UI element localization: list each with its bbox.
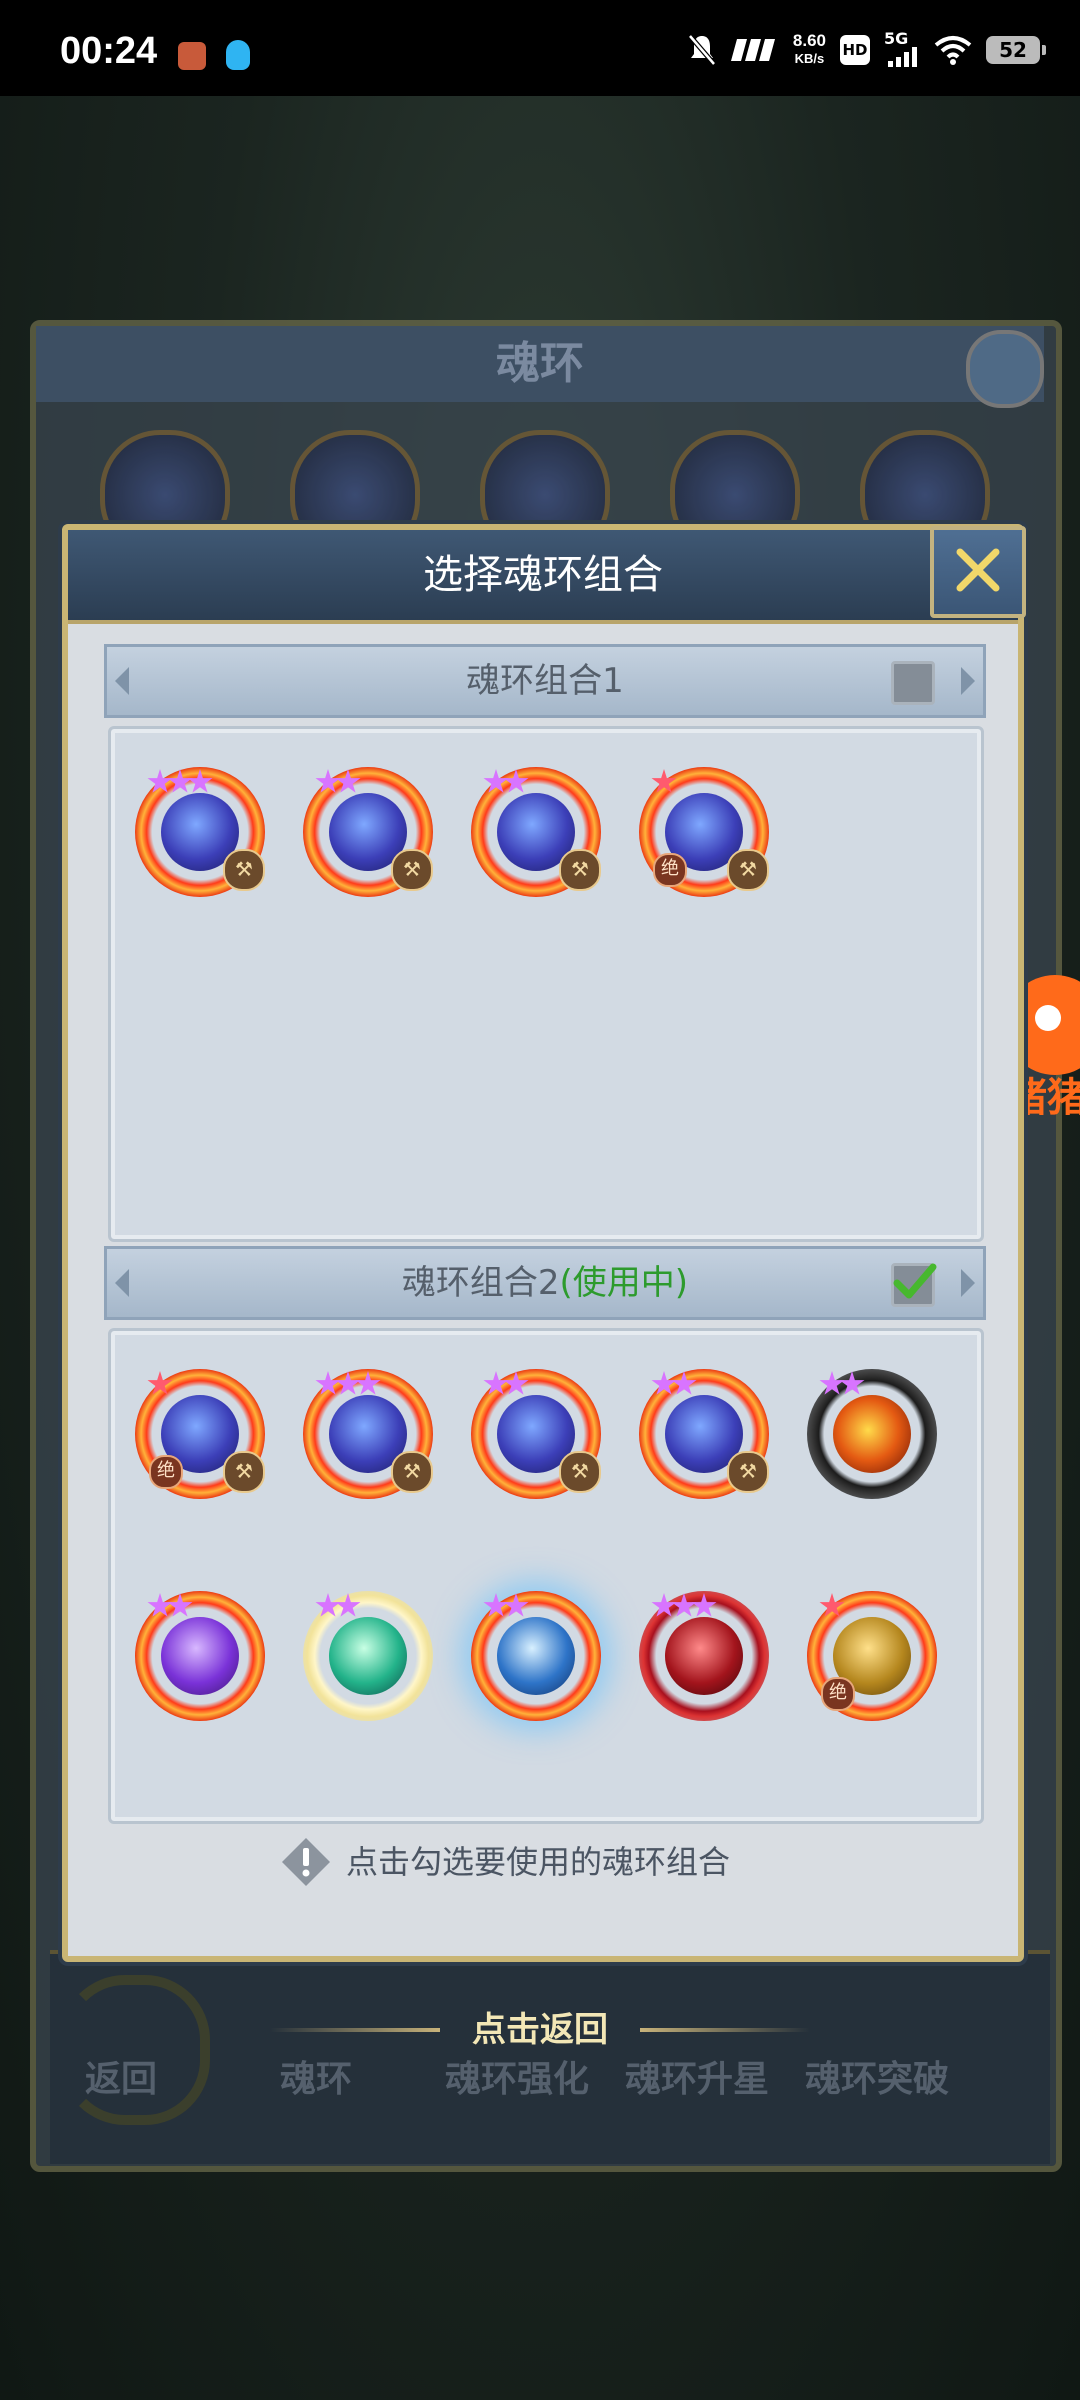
cellular-signal-icon: 5G [884, 29, 920, 67]
flame-beast-icon [833, 1395, 911, 1473]
close-icon [956, 548, 1000, 592]
in-use-status: (使用中) [559, 1263, 689, 1303]
soul-ring-hammer-spirit-icon[interactable]: ⚒ [471, 1369, 601, 1499]
dialog-close-button[interactable] [930, 526, 1026, 618]
soul-ring-flame-beast-icon[interactable] [807, 1369, 937, 1499]
thunder-icon [161, 1617, 239, 1695]
background-back-label: 返回 [85, 2059, 158, 2100]
background-close-button[interactable] [966, 330, 1044, 408]
star-icon [671, 1593, 697, 1617]
ring-combo-1-label: 魂环组合1 [466, 661, 624, 701]
chevron-right-icon [961, 1269, 975, 1297]
dialog-header: 选择魂环组合 [68, 530, 1018, 624]
star-icon [315, 769, 341, 793]
star-rating [483, 1593, 529, 1627]
battery-indicator: 52 [986, 36, 1046, 64]
background-tab: 魂环突破 [805, 2059, 950, 2100]
hint-row: 点击勾选要使用的魂环组合 [68, 1832, 1018, 1892]
star-icon [483, 1371, 509, 1395]
star-rating [315, 1593, 361, 1627]
star-rating [147, 769, 213, 803]
tap-to-return[interactable]: 点击返回 [270, 2000, 810, 2060]
soul-ring-trident-spirit-icon[interactable]: ⚒ [639, 1369, 769, 1499]
ring-combo-2-grid: ⚒ 绝 ⚒ ⚒ ⚒ 绝 [108, 1328, 984, 1824]
hammer-badge-icon: ⚒ [223, 1451, 265, 1493]
ring-combo-1-bar[interactable]: 魂环组合1 [104, 644, 986, 718]
net-speed-unit: KB/s [794, 51, 825, 66]
star-icon [819, 1371, 845, 1395]
jue-badge: 绝 [653, 853, 687, 887]
star-icon [651, 1593, 677, 1617]
ring-combo-2-bar[interactable]: 魂环组合2(使用中) [104, 1246, 986, 1320]
ring-combo-1-grid: ⚒ ⚒ ⚒ ⚒ 绝 [108, 726, 984, 1242]
checkmark-icon [893, 1263, 937, 1299]
star-icon [147, 769, 173, 793]
star-icon [315, 1371, 341, 1395]
hammer-badge-icon: ⚒ [727, 849, 769, 891]
star-rating [651, 1371, 697, 1405]
star-rating [483, 1371, 529, 1405]
soul-ring-warrior-spirit-icon[interactable]: ⚒ 绝 [639, 767, 769, 897]
soul-ring-sword-spirit-icon[interactable]: ⚒ [303, 1369, 433, 1499]
star-rating [651, 769, 677, 803]
status-time: 00:24 [60, 30, 158, 72]
star-rating [147, 1371, 173, 1405]
return-label: 点击返回 [472, 2010, 608, 2050]
qq-icon [226, 40, 250, 70]
star-rating [819, 1593, 845, 1627]
star-icon [335, 1371, 361, 1395]
soul-ring-leaf-spirit-icon[interactable] [303, 1591, 433, 1721]
ring-combo-1-checkbox[interactable] [891, 661, 935, 705]
wifi-icon [934, 36, 972, 65]
blood-demon-icon [665, 1617, 743, 1695]
exclamation-diamond-icon [282, 1838, 330, 1886]
soul-ring-sword-spirit-icon[interactable]: ⚒ [135, 767, 265, 897]
star-icon [483, 769, 509, 793]
star-rating [315, 769, 361, 803]
leaf-spirit-icon [329, 1617, 407, 1695]
ring-combo-2-name: 魂环组合2 [401, 1263, 560, 1303]
star-icon [483, 1593, 509, 1617]
hammer-badge-icon: ⚒ [223, 849, 265, 891]
star-icon [147, 1593, 173, 1617]
network-type-label: 5G [884, 29, 909, 48]
shark-icon [497, 1617, 575, 1695]
hd-badge: HD [840, 35, 870, 65]
background-panel-title: 魂环 [496, 338, 584, 389]
jue-badge: 绝 [149, 1455, 183, 1489]
jue-badge: 绝 [821, 1677, 855, 1711]
hammer-badge-icon: ⚒ [559, 849, 601, 891]
status-bar: 00:24 8.60 KB/s HD 5G 52 [0, 0, 1080, 96]
star-rating [147, 1593, 193, 1627]
hammer-badge-icon: ⚒ [559, 1451, 601, 1493]
star-icon [167, 769, 193, 793]
hint-text: 点击勾选要使用的魂环组合 [346, 1843, 731, 1881]
star-rating [819, 1371, 865, 1405]
soul-ring-warrior-spirit-icon[interactable]: ⚒ 绝 [135, 1369, 265, 1499]
net-speed: 8.60 KB/s [793, 32, 826, 68]
soul-ring-golden-fist-icon[interactable]: 绝 [807, 1591, 937, 1721]
select-ring-combo-dialog: 选择魂环组合 魂环组合1 ⚒ ⚒ ⚒ ⚒ 绝 魂环组合2(使用中) ⚒ 绝 ⚒ ⚒ ⚒ 绝 [62, 524, 1026, 1962]
dialog-title: 选择魂环组合 [423, 552, 663, 598]
soul-ring-hammer-spirit-icon[interactable]: ⚒ [471, 767, 601, 897]
signal-stripes-icon [730, 39, 775, 61]
soul-ring-blood-demon-icon[interactable] [639, 1591, 769, 1721]
soul-ring-trident-spirit-icon[interactable]: ⚒ [303, 767, 433, 897]
hammer-badge-icon: ⚒ [727, 1451, 769, 1493]
game-app-icon [178, 42, 206, 70]
hammer-badge-icon: ⚒ [391, 1451, 433, 1493]
ring-combo-2-label: 魂环组合2(使用中) [107, 1249, 983, 1317]
star-rating [651, 1593, 717, 1627]
soul-ring-shark-icon[interactable] [471, 1591, 601, 1721]
chevron-right-icon [961, 667, 975, 695]
star-rating [483, 769, 529, 803]
star-rating [315, 1371, 381, 1405]
net-speed-value: 8.60 [792, 31, 826, 50]
soul-ring-thunder-icon[interactable] [135, 1591, 265, 1721]
star-icon [315, 1593, 341, 1617]
hammer-badge-icon: ⚒ [391, 849, 433, 891]
mute-bell-icon [688, 34, 716, 66]
star-icon [651, 1371, 677, 1395]
